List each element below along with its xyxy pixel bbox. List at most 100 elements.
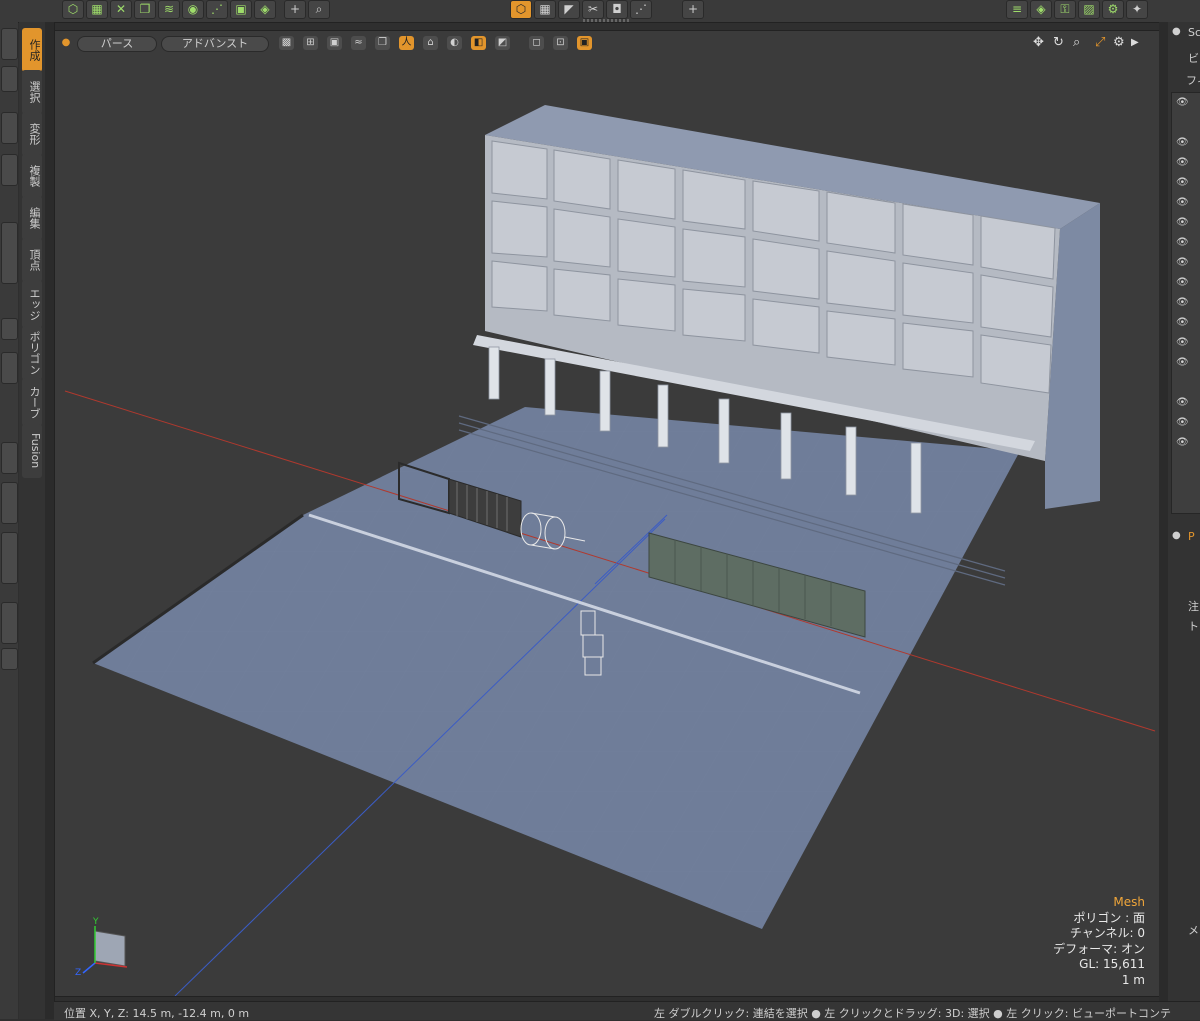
scene-panel-tab[interactable]: ビ xyxy=(1188,50,1199,66)
menu-arrow-icon[interactable]: ▶ xyxy=(1131,37,1139,48)
checker-icon[interactable]: ▩ xyxy=(279,36,294,50)
settings-gear-icon[interactable]: ⚙ xyxy=(1102,0,1124,19)
visibility-eye-icon[interactable]: 👁 xyxy=(1176,357,1189,368)
scene-item-list[interactable]: 👁 👁 👁 👁 👁 👁 👁 👁 👁 👁 👁 👁 👁 👁 👁 👁 xyxy=(1171,92,1200,514)
right-panel: ● Sc ビ フィルタ 👁 👁 👁 👁 👁 👁 👁 👁 👁 👁 👁 👁 👁 👁 … xyxy=(1168,22,1200,1019)
move-icon[interactable]: ✥ xyxy=(1033,35,1044,50)
visibility-eye-icon[interactable]: 👁 xyxy=(1176,417,1189,428)
tool-slot-4[interactable] xyxy=(1,154,18,186)
safe-frame-icon[interactable]: ⊡ xyxy=(553,36,568,50)
property-item-c[interactable]: メ xyxy=(1188,922,1199,938)
maximize-icon[interactable]: ⤢ xyxy=(1095,35,1105,50)
scissors-icon[interactable]: ✂ xyxy=(582,0,604,19)
tab-create[interactable]: 作成 xyxy=(22,28,42,72)
visibility-eye-icon[interactable]: 👁 xyxy=(1176,337,1189,348)
viewport-menu-dot-icon[interactable]: ● xyxy=(61,36,71,50)
dotted-icon[interactable]: ⋰ xyxy=(206,0,228,19)
cursor-icon[interactable]: ◤ xyxy=(558,0,580,19)
grid-dots-icon[interactable]: ⊞ xyxy=(303,36,318,50)
right-panel-splitter[interactable] xyxy=(1159,22,1168,1019)
panel-collapse-icon[interactable]: ● xyxy=(1172,26,1181,37)
property-item-b[interactable]: ト xyxy=(1188,618,1199,634)
grid-icon[interactable]: ▦ xyxy=(534,0,556,19)
tab-select[interactable]: 選択 xyxy=(22,70,42,114)
layer-icon[interactable]: ❐ xyxy=(375,36,390,50)
star-icon[interactable]: ✦ xyxy=(1126,0,1148,19)
properties-panel-header[interactable]: P xyxy=(1188,530,1195,543)
scene-canvas[interactable]: Y Z xyxy=(55,31,1160,996)
gizmo-y-label: Y xyxy=(92,917,99,927)
tool-slot-9[interactable] xyxy=(1,482,18,524)
visibility-eye-icon[interactable]: 👁 xyxy=(1176,317,1189,328)
grid-cube-icon[interactable]: ▦ xyxy=(86,0,108,19)
tool-slot-12[interactable] xyxy=(1,648,18,670)
texture-icon[interactable]: ▣ xyxy=(327,36,342,50)
visibility-eye-icon[interactable]: 👁 xyxy=(1176,277,1189,288)
tab-edit[interactable]: 編集 xyxy=(22,196,42,240)
visibility-eye-icon[interactable]: 👁 xyxy=(1176,197,1189,208)
visibility-eye-icon[interactable]: 👁 xyxy=(1176,237,1189,248)
tab-fusion[interactable]: Fusion xyxy=(22,424,42,478)
tool-slot-1[interactable] xyxy=(1,28,18,60)
tool-slot-10[interactable] xyxy=(1,532,18,584)
cross-icon[interactable]: ✕ xyxy=(110,0,132,19)
toolbar-grip[interactable] xyxy=(583,19,629,22)
tab-curve[interactable]: カーブ xyxy=(22,378,42,426)
view-mode-dropdown[interactable]: パース xyxy=(77,36,157,52)
shield-icon[interactable]: ◈ xyxy=(254,0,276,19)
image-icon[interactable]: ▨ xyxy=(1078,0,1100,19)
dotted-select-icon[interactable]: ⋰ xyxy=(630,0,652,19)
half-icon[interactable]: ◐ xyxy=(447,36,462,50)
tab-vertex[interactable]: 頂点 xyxy=(22,238,42,282)
tool-slot-6[interactable] xyxy=(1,318,18,340)
tab-duplicate[interactable]: 複製 xyxy=(22,154,42,198)
rotate-icon[interactable]: ↻ xyxy=(1053,35,1064,50)
visibility-eye-icon[interactable]: 👁 xyxy=(1176,157,1189,168)
settings-icon[interactable]: ⚙ xyxy=(1113,35,1125,50)
tool-slot-2[interactable] xyxy=(1,66,18,92)
render-icon[interactable]: ⚿ xyxy=(1054,0,1076,19)
visibility-eye-icon[interactable]: 👁 xyxy=(1176,257,1189,268)
render-box-icon[interactable]: ◧ xyxy=(471,36,486,50)
wave-icon[interactable]: ≈ xyxy=(351,36,366,50)
cube-icon[interactable]: ⬡ xyxy=(62,0,84,19)
shading-mode-dropdown[interactable]: アドバンスト xyxy=(161,36,269,52)
tab-edge[interactable]: エッジ xyxy=(22,280,42,328)
tool-slot-7[interactable] xyxy=(1,352,18,384)
visibility-eye-icon[interactable]: 👁 xyxy=(1176,217,1189,228)
visibility-eye-icon[interactable]: 👁 xyxy=(1176,437,1189,448)
cube-orange-icon[interactable]: ⬡ xyxy=(510,0,532,19)
copy-icon[interactable]: ❐ xyxy=(134,0,156,19)
left-tool-strip xyxy=(0,22,18,1019)
list-icon[interactable]: ≡ xyxy=(1006,0,1028,19)
box-icon[interactable]: ▣ xyxy=(230,0,252,19)
add-icon[interactable]: + xyxy=(682,0,704,19)
tool-slot-11[interactable] xyxy=(1,602,18,644)
tab-transform[interactable]: 変形 xyxy=(22,112,42,156)
scene-panel-header[interactable]: Sc xyxy=(1188,26,1200,39)
tent-icon[interactable]: ⌂ xyxy=(423,36,438,50)
camera-icon[interactable]: ◘ xyxy=(606,0,628,19)
3d-viewport[interactable]: Y Z ● パース アドバンスト ▩ ⊞ ▣ ≈ ❐ 人 ⌂ ◐ ◧ ◩ ◻ ⊡… xyxy=(54,30,1161,997)
visibility-eye-icon[interactable]: 👁 xyxy=(1176,137,1189,148)
visibility-eye-icon[interactable]: 👁 xyxy=(1176,177,1189,188)
spiral-icon[interactable]: ≋ xyxy=(158,0,180,19)
tool-slot-3[interactable] xyxy=(1,112,18,144)
visibility-eye-icon[interactable]: 👁 xyxy=(1176,297,1189,308)
magnify-icon[interactable]: ⌕ xyxy=(308,0,330,19)
visibility-eye-icon[interactable]: 👁 xyxy=(1176,397,1189,408)
tool-slot-5[interactable] xyxy=(1,222,18,284)
tool-slot-8[interactable] xyxy=(1,442,18,474)
visibility-eye-icon[interactable]: 👁 xyxy=(1176,97,1189,108)
camera-frame-icon[interactable]: ▣ xyxy=(577,36,592,50)
person-icon[interactable]: 人 xyxy=(399,36,414,50)
panel2-collapse-icon[interactable]: ● xyxy=(1172,530,1181,541)
plus-icon[interactable]: + xyxy=(284,0,306,19)
sphere-icon[interactable]: ◉ xyxy=(182,0,204,19)
zoom-icon[interactable]: ⌕ xyxy=(1073,35,1080,50)
layers-icon[interactable]: ◈ xyxy=(1030,0,1052,19)
property-item-a[interactable]: 注 xyxy=(1188,598,1199,614)
tab-polygon[interactable]: ポリゴン xyxy=(22,326,42,380)
frame-icon[interactable]: ◻ xyxy=(529,36,544,50)
cursor-box-icon[interactable]: ◩ xyxy=(495,36,510,50)
